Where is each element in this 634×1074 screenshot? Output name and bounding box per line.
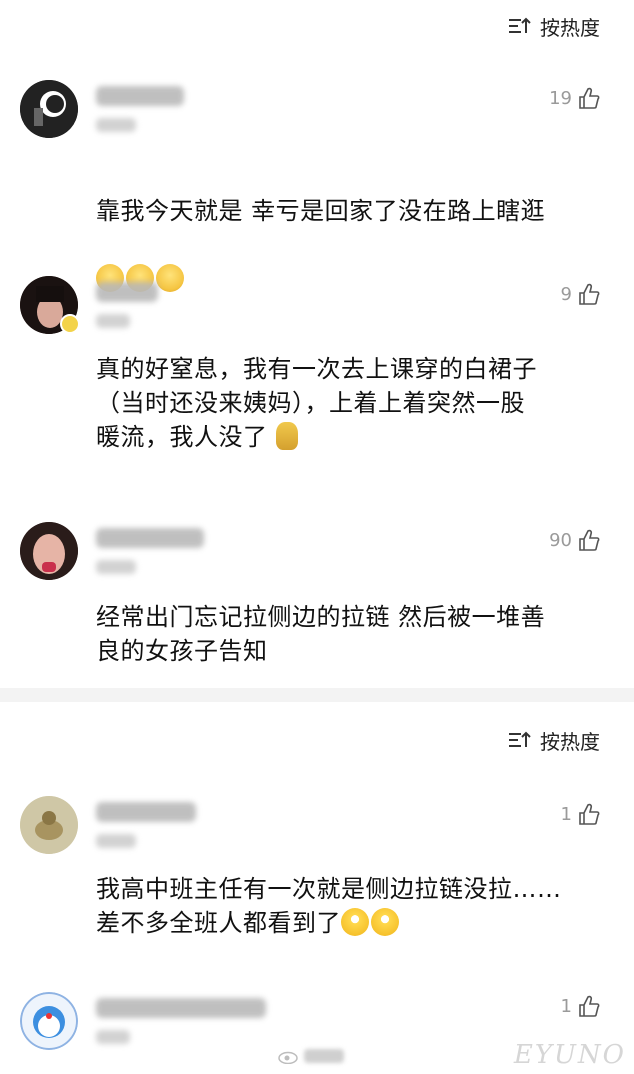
like-count: 9	[560, 283, 572, 305]
like-count: 90	[549, 529, 572, 551]
username[interactable]: 用户	[96, 528, 204, 548]
like-count: 1	[560, 803, 572, 825]
laugh-cry-emoji	[371, 908, 399, 936]
username[interactable]: 用户	[96, 86, 184, 106]
avatar[interactable]	[20, 992, 78, 1050]
comment-text: 靠我今天就是 幸亏是回家了没在路上瞎逛	[96, 160, 596, 296]
weibo-handle-blurred	[304, 1049, 344, 1063]
username[interactable]: 用户	[96, 282, 158, 302]
comment-text: 我高中班主任有一次就是侧边拉链没拉…… 差不多全班人都看到了	[96, 872, 596, 940]
sort-icon	[509, 17, 531, 33]
sort-label: 按热度	[540, 729, 600, 754]
avatar[interactable]	[20, 80, 78, 138]
sort-by-popularity[interactable]: 按热度	[508, 724, 600, 756]
thumbs-up-icon	[579, 995, 600, 1017]
avatar[interactable]	[20, 796, 78, 854]
avatar-image	[20, 796, 78, 854]
avatar-image	[20, 522, 78, 580]
avatar[interactable]	[20, 522, 78, 580]
thumbs-up-icon	[579, 87, 600, 109]
like-button[interactable]: 1	[561, 992, 600, 1020]
comment-text: 经常出门忘记拉侧边的拉链 然后被一堆善 良的女孩子告知	[96, 603, 546, 665]
username[interactable]: 用户	[96, 802, 196, 822]
cry-emoji	[156, 264, 184, 292]
weibo-logo-icon	[278, 1051, 298, 1064]
eyuno-watermark: EYUNO	[513, 1040, 626, 1070]
vip-badge-icon	[60, 314, 80, 334]
weibo-watermark	[278, 1048, 344, 1064]
comment-body: 靠我今天就是 幸亏是回家了没在路上瞎逛	[96, 197, 546, 225]
like-button[interactable]: 1	[561, 800, 600, 828]
thumbs-up-icon	[579, 803, 600, 825]
comment-text: 真的好窒息，我有一次去上课穿的白裙子 （当时还没来姨妈），上着上着突然一股 暖流…	[96, 352, 596, 454]
sort-label: 按热度	[540, 15, 600, 40]
like-count: 1	[560, 995, 572, 1017]
timestamp: 时间	[96, 1030, 130, 1044]
timestamp: 时间	[96, 560, 136, 574]
timestamp: 时间	[96, 118, 136, 132]
timestamp: 时间	[96, 314, 130, 328]
thumbs-up-icon	[579, 283, 600, 305]
like-button[interactable]: 19	[549, 84, 600, 112]
comment-body: 真的好窒息，我有一次去上课穿的白裙子 （当时还没来姨妈），上着上着突然一股 暖流…	[96, 355, 537, 451]
comment-body: 我高中班主任有一次就是侧边拉链没拉…… 差不多全班人都看到了	[96, 875, 562, 937]
like-button[interactable]: 90	[549, 526, 600, 554]
sort-by-popularity[interactable]: 按热度	[508, 10, 600, 42]
avatar-image	[20, 80, 78, 138]
laugh-cry-emoji	[341, 908, 369, 936]
like-button[interactable]: 9	[561, 280, 600, 308]
avatar-image	[20, 992, 78, 1050]
timestamp: 时间	[96, 834, 136, 848]
section-divider	[0, 688, 634, 702]
username[interactable]: 用户	[96, 998, 266, 1018]
sort-icon	[509, 731, 531, 747]
like-count: 19	[549, 87, 572, 109]
facepalm-emoji	[275, 422, 298, 450]
thumbs-up-icon	[579, 529, 600, 551]
